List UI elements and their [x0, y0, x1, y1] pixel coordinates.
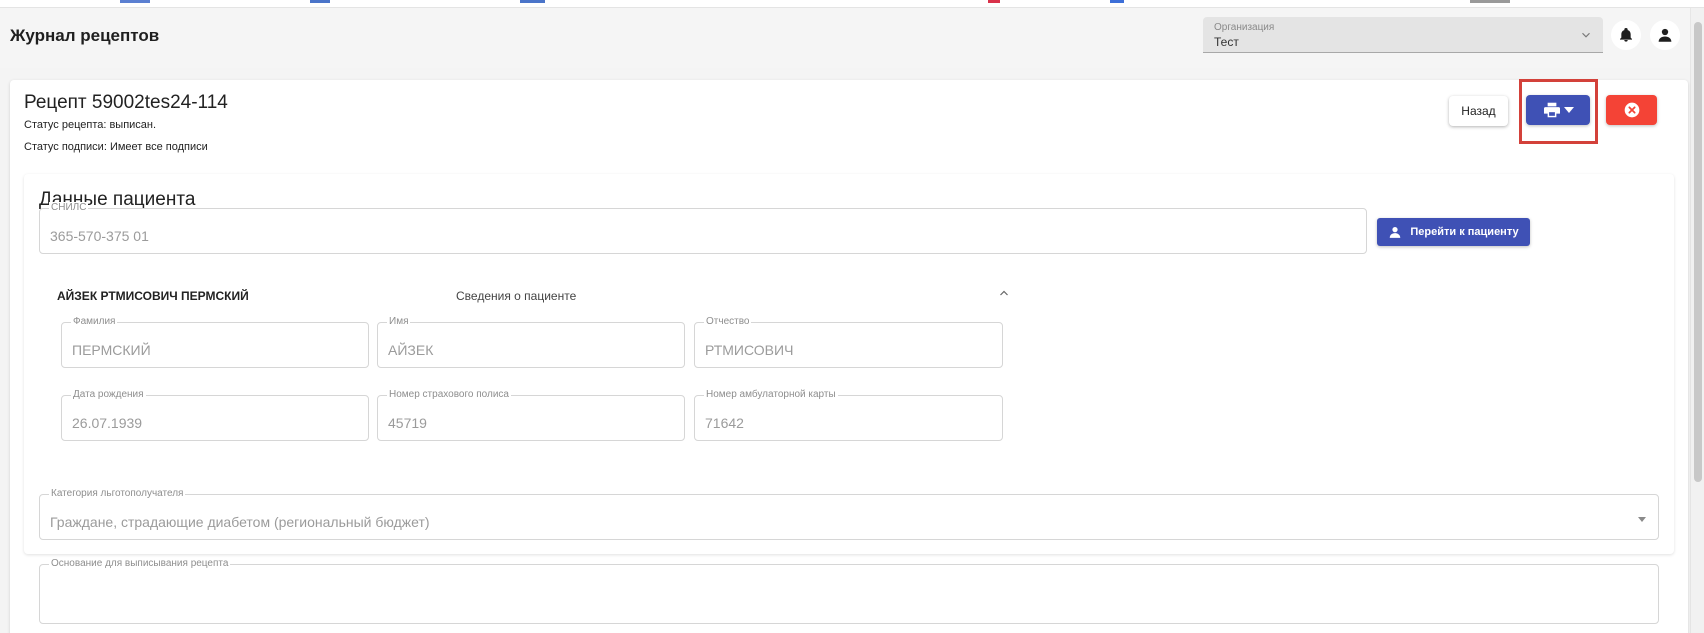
first-name-label: Имя	[387, 316, 411, 328]
last-name-field[interactable]: Фамилия ПЕРМСКИЙ	[61, 316, 369, 368]
user-icon	[1390, 227, 1401, 238]
bookmark-icon[interactable]	[520, 0, 545, 3]
chevron-down-icon	[1582, 32, 1590, 38]
user-icon	[1658, 28, 1672, 42]
recipe-title: Рецепт 59002tes24-114	[24, 92, 228, 113]
goto-patient-label: Перейти к пациенту	[1410, 226, 1519, 238]
benefit-category-value: Граждане, страдающие диабетом (региональ…	[50, 514, 430, 530]
printer-icon	[1543, 102, 1560, 118]
basis-label: Основание для выписывания рецепта	[49, 558, 231, 570]
bookmark-icon[interactable]	[1470, 0, 1510, 3]
print-menu-button[interactable]	[1526, 95, 1590, 125]
patronymic-value: РТМИСОВИЧ	[705, 342, 794, 358]
patronymic-label: Отчество	[704, 316, 752, 328]
patient-info-header[interactable]: Сведения о пациенте	[456, 289, 576, 303]
patronymic-field[interactable]: Отчество РТМИСОВИЧ	[694, 316, 1003, 368]
goto-patient-button[interactable]: Перейти к пациенту	[1377, 218, 1530, 246]
last-name-label: Фамилия	[71, 316, 118, 328]
basis-field[interactable]: Основание для выписывания рецепта	[39, 558, 1659, 624]
benefit-category-label: Категория льготополучателя	[49, 488, 186, 500]
first-name-value: АЙЗЕК	[388, 342, 434, 358]
top-bar: Журнал рецептов Организация Тест	[0, 8, 1690, 68]
benefit-category-select[interactable]: Категория льготополучателя Граждане, стр…	[39, 488, 1659, 540]
caret-down-icon	[1638, 517, 1646, 522]
page-scrollbar[interactable]	[1690, 8, 1704, 633]
caret-down-icon	[1563, 107, 1574, 113]
bell-icon	[1620, 28, 1632, 42]
back-button[interactable]: Назад	[1449, 96, 1508, 126]
card-number-value: 71642	[705, 415, 744, 431]
organization-label: Организация	[1214, 22, 1275, 33]
bookmark-icon[interactable]	[988, 0, 1000, 3]
bookmark-icon[interactable]	[310, 0, 330, 3]
card-number-label: Номер амбулаторной карты	[704, 389, 838, 401]
bookmarks-bar	[0, 0, 1704, 8]
organization-select[interactable]: Организация Тест	[1203, 17, 1603, 53]
birth-date-field[interactable]: Дата рождения 26.07.1939	[61, 389, 369, 441]
birth-date-label: Дата рождения	[71, 389, 146, 401]
card-number-field[interactable]: Номер амбулаторной карты 71642	[694, 389, 1003, 441]
policy-number-field[interactable]: Номер страхового полиса 45719	[377, 389, 685, 441]
signature-status: Статус подписи: Имеет все подписи	[24, 141, 208, 153]
snils-label: СНИЛС	[49, 202, 89, 214]
recipe-status: Статус рецепта: выписан.	[24, 119, 157, 131]
last-name-value: ПЕРМСКИЙ	[72, 342, 151, 358]
app-title: Журнал рецептов	[10, 26, 160, 45]
cancel-recipe-button[interactable]	[1606, 95, 1657, 125]
chevron-up-icon[interactable]	[998, 287, 1010, 299]
policy-number-value: 45719	[388, 415, 427, 431]
snils-field[interactable]: СНИЛС 365-570-375 01	[39, 202, 1367, 254]
snils-value: 365-570-375 01	[50, 228, 149, 244]
patient-full-name: АЙЗЕК РТМИСОВИЧ ПЕРМСКИЙ	[57, 289, 249, 303]
notifications-button[interactable]	[1611, 20, 1641, 50]
first-name-field[interactable]: Имя АЙЗЕК	[377, 316, 685, 368]
bookmark-icon[interactable]	[1110, 0, 1124, 3]
close-circle-icon	[1624, 102, 1639, 118]
account-button[interactable]	[1650, 20, 1680, 50]
birth-date-value: 26.07.1939	[72, 415, 143, 431]
bookmark-icon[interactable]	[120, 0, 150, 3]
recipe-card: Рецепт 59002tes24-114 Статус рецепта: вы…	[10, 79, 1688, 633]
organization-value: Тест	[1214, 35, 1239, 49]
scrollbar-thumb[interactable]	[1694, 22, 1702, 482]
policy-number-label: Номер страхового полиса	[387, 389, 511, 401]
